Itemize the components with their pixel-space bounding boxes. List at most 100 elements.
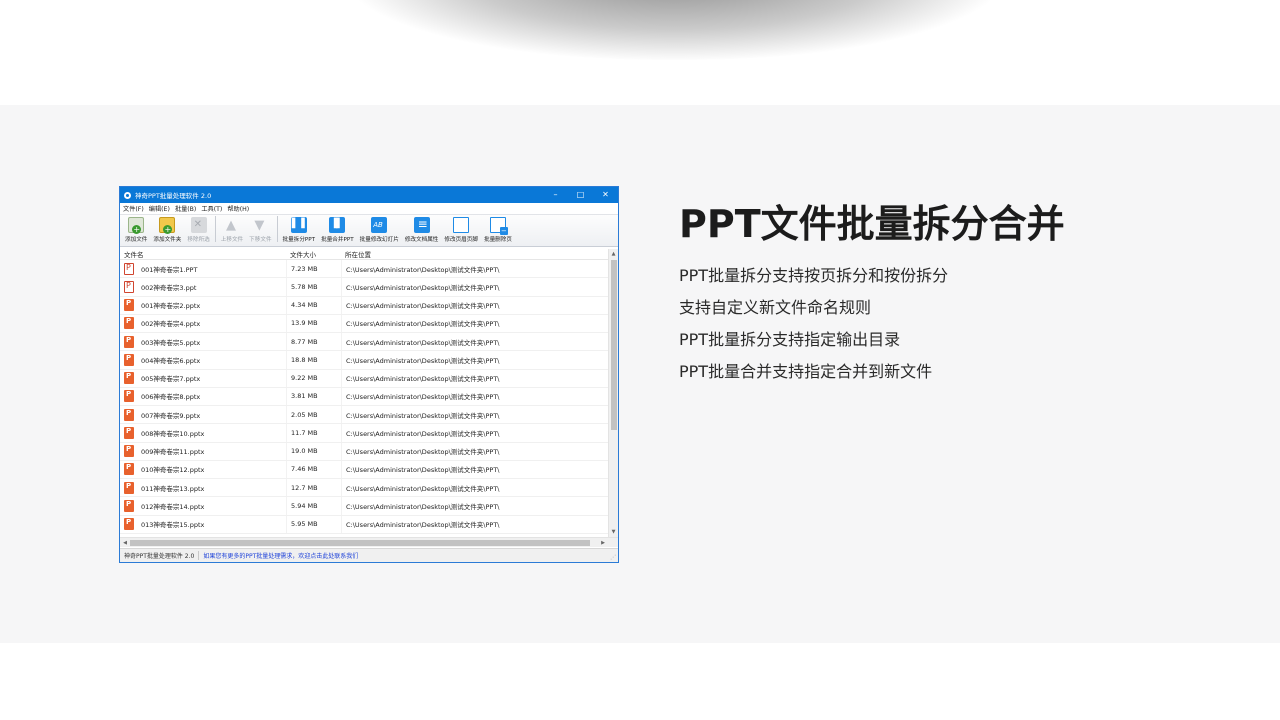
table-row[interactable]: 009神奇卷宗11.pptx 19.0 MBC:\Users\Administra… xyxy=(120,442,608,461)
feature-heading: PPT文件批量拆分合并 xyxy=(679,202,1065,246)
scroll-left-arrow-icon[interactable]: ◀ xyxy=(120,538,130,548)
header-footer-button[interactable]: 修改页眉页脚 xyxy=(444,217,478,243)
cell-file-size: 8.77 MB xyxy=(286,333,341,351)
toolbar-separator xyxy=(214,216,216,242)
column-header-name[interactable]: 文件名 xyxy=(120,249,286,259)
list-header: 文件名 文件大小 所在位置 xyxy=(120,249,618,260)
table-row[interactable]: 007神奇卷宗9.pptx 2.05 MBC:\Users\Administrat… xyxy=(120,406,608,425)
remove-icon xyxy=(190,217,207,233)
cell-file-path: C:\Users\Administrator\Desktop\测试文件夹\PPT… xyxy=(341,260,608,278)
file-name-text: 002神奇卷宗4.pptx xyxy=(141,320,201,329)
move-up-button[interactable]: 上移文件 xyxy=(221,217,243,243)
pptx-file-icon xyxy=(124,426,134,439)
move-up-icon xyxy=(224,217,240,233)
horizontal-scrollbar[interactable]: ◀ ▶ xyxy=(120,537,618,547)
cell-file-size: 2.05 MB xyxy=(286,406,341,424)
status-contact-link[interactable]: 如果您有更多的PPT批量处理需求，欢迎点击此处联系我们 xyxy=(199,551,358,560)
scroll-up-arrow-icon[interactable]: ▲ xyxy=(609,249,618,259)
cell-file-name: 010神奇卷宗12.pptx xyxy=(120,463,286,476)
pptx-file-icon xyxy=(124,372,134,385)
batch-split-button[interactable]: 批量拆分PPT xyxy=(283,217,315,243)
scroll-right-arrow-icon[interactable]: ▶ xyxy=(598,538,608,548)
merge-icon xyxy=(329,217,346,233)
file-name-text: 002神奇卷宗3.ppt xyxy=(141,283,197,292)
table-row[interactable]: 012神奇卷宗14.pptx 5.94 MBC:\Users\Administra… xyxy=(120,497,608,516)
batch-delete-page-button[interactable]: 批量删除页 xyxy=(484,217,512,243)
file-name-text: 005神奇卷宗7.pptx xyxy=(141,375,201,384)
move-down-icon xyxy=(252,217,268,233)
pptx-file-icon xyxy=(124,481,134,494)
ppt-file-icon xyxy=(124,262,134,275)
feature-item: PPT批量合并支持指定合并到新文件 xyxy=(679,362,933,381)
scroll-thumb[interactable] xyxy=(130,540,590,546)
menu-tools[interactable]: 工具(T) xyxy=(201,204,222,213)
table-row[interactable]: 001神奇卷宗1.PPT 7.23 MBC:\Users\Administrato… xyxy=(120,260,608,279)
add-file-button[interactable]: 添加文件 xyxy=(125,217,147,243)
file-name-text: 008神奇卷宗10.pptx xyxy=(141,429,205,438)
maximize-button[interactable]: □ xyxy=(568,187,593,203)
remove-selected-button[interactable]: 移除所选 xyxy=(187,217,210,243)
delete-page-icon xyxy=(489,217,508,235)
file-name-text: 013神奇卷宗15.pptx xyxy=(141,521,205,530)
vertical-scrollbar[interactable]: ▲ ▼ xyxy=(608,249,618,537)
file-list: 文件名 文件大小 所在位置 001神奇卷宗1.PPT7.23 MBC:\User… xyxy=(120,249,618,547)
table-row[interactable]: 010神奇卷宗12.pptx 7.46 MBC:\Users\Administra… xyxy=(120,460,608,479)
cell-file-name: 002神奇卷宗4.pptx xyxy=(120,317,286,330)
resize-grip-icon[interactable]: ⋰ xyxy=(610,554,616,561)
table-row[interactable]: 004神奇卷宗6.pptx 18.8 MBC:\Users\Administrat… xyxy=(120,351,608,370)
cell-file-name: 012神奇卷宗14.pptx xyxy=(120,499,286,512)
page: 神奇PPT批量处理软件 2.0 – □ ✕ 文件(F) 编辑(E) 批量(B) … xyxy=(0,0,1280,720)
cell-file-size: 7.46 MB xyxy=(286,460,341,478)
cell-file-size: 12.7 MB xyxy=(286,479,341,497)
table-row[interactable]: 005神奇卷宗7.pptx 9.22 MBC:\Users\Administrat… xyxy=(120,369,608,388)
pptx-file-icon xyxy=(124,499,134,512)
batch-edit-slides-button[interactable]: 批量修改幻灯片 xyxy=(360,217,399,243)
cell-file-path: C:\Users\Administrator\Desktop\测试文件夹\PPT… xyxy=(341,369,608,387)
feature-item: PPT批量拆分支持按页拆分和按份拆分 xyxy=(679,266,949,285)
file-rows: 001神奇卷宗1.PPT7.23 MBC:\Users\Administrato… xyxy=(120,260,608,537)
header-footer-icon xyxy=(453,217,470,233)
table-row[interactable]: 008神奇卷宗10.pptx 11.7 MBC:\Users\Administra… xyxy=(120,424,608,443)
window-titlebar[interactable]: 神奇PPT批量处理软件 2.0 – □ ✕ xyxy=(120,187,618,203)
cell-file-size: 5.94 MB xyxy=(286,497,341,515)
column-header-path[interactable]: 所在位置 xyxy=(341,249,618,259)
close-button[interactable]: ✕ xyxy=(593,187,618,203)
status-app-name: 神奇PPT批量处理软件 2.0 xyxy=(120,551,200,560)
menu-file[interactable]: 文件(F) xyxy=(123,204,144,213)
table-row[interactable]: 011神奇卷宗13.pptx 12.7 MBC:\Users\Administra… xyxy=(120,479,608,498)
doc-properties-icon xyxy=(413,217,430,233)
add-file-icon xyxy=(128,217,145,234)
cell-file-name: 001神奇卷宗2.pptx xyxy=(120,299,286,312)
file-name-text: 001神奇卷宗1.PPT xyxy=(141,265,198,274)
scroll-down-arrow-icon[interactable]: ▼ xyxy=(609,527,618,537)
menu-batch[interactable]: 批量(B) xyxy=(175,204,196,213)
cell-file-path: C:\Users\Administrator\Desktop\测试文件夹\PPT… xyxy=(341,406,608,424)
table-row[interactable]: 002神奇卷宗4.pptx 13.9 MBC:\Users\Administrat… xyxy=(120,314,608,333)
menu-help[interactable]: 帮助(H) xyxy=(227,204,249,213)
doc-properties-button[interactable]: 修改文档属性 xyxy=(405,217,438,243)
batch-merge-button[interactable]: 批量合并PPT xyxy=(321,217,354,243)
cell-file-path: C:\Users\Administrator\Desktop\测试文件夹\PPT… xyxy=(341,460,608,478)
table-row[interactable]: 006神奇卷宗8.pptx 3.81 MBC:\Users\Administrat… xyxy=(120,387,608,406)
cell-file-size: 11.7 MB xyxy=(286,424,341,442)
minimize-button[interactable]: – xyxy=(543,187,568,203)
scroll-thumb[interactable] xyxy=(611,260,617,430)
move-down-button[interactable]: 下移文件 xyxy=(249,217,271,243)
cell-file-size: 9.22 MB xyxy=(286,369,341,387)
edit-slides-icon xyxy=(371,217,388,233)
table-row[interactable]: 013神奇卷宗15.pptx 5.95 MBC:\Users\Administra… xyxy=(120,515,608,534)
file-name-text: 001神奇卷宗2.pptx xyxy=(141,302,201,311)
column-header-size[interactable]: 文件大小 xyxy=(286,249,341,259)
add-folder-button[interactable]: 添加文件夹 xyxy=(153,217,181,243)
cell-file-size: 4.34 MB xyxy=(286,296,341,314)
cell-file-path: C:\Users\Administrator\Desktop\测试文件夹\PPT… xyxy=(341,479,608,497)
pptx-file-icon xyxy=(124,518,134,531)
table-row[interactable]: 002神奇卷宗3.ppt 5.78 MBC:\Users\Administrato… xyxy=(120,278,608,297)
table-row[interactable]: 001神奇卷宗2.pptx 4.34 MBC:\Users\Administrat… xyxy=(120,296,608,315)
app-window-screenshot: 神奇PPT批量处理软件 2.0 – □ ✕ 文件(F) 编辑(E) 批量(B) … xyxy=(119,186,619,563)
cell-file-name: 003神奇卷宗5.pptx xyxy=(120,335,286,348)
menu-edit[interactable]: 编辑(E) xyxy=(149,204,170,213)
table-row[interactable]: 003神奇卷宗5.pptx 8.77 MBC:\Users\Administrat… xyxy=(120,333,608,352)
app-logo-icon xyxy=(124,191,131,199)
cell-file-path: C:\Users\Administrator\Desktop\测试文件夹\PPT… xyxy=(341,442,608,460)
